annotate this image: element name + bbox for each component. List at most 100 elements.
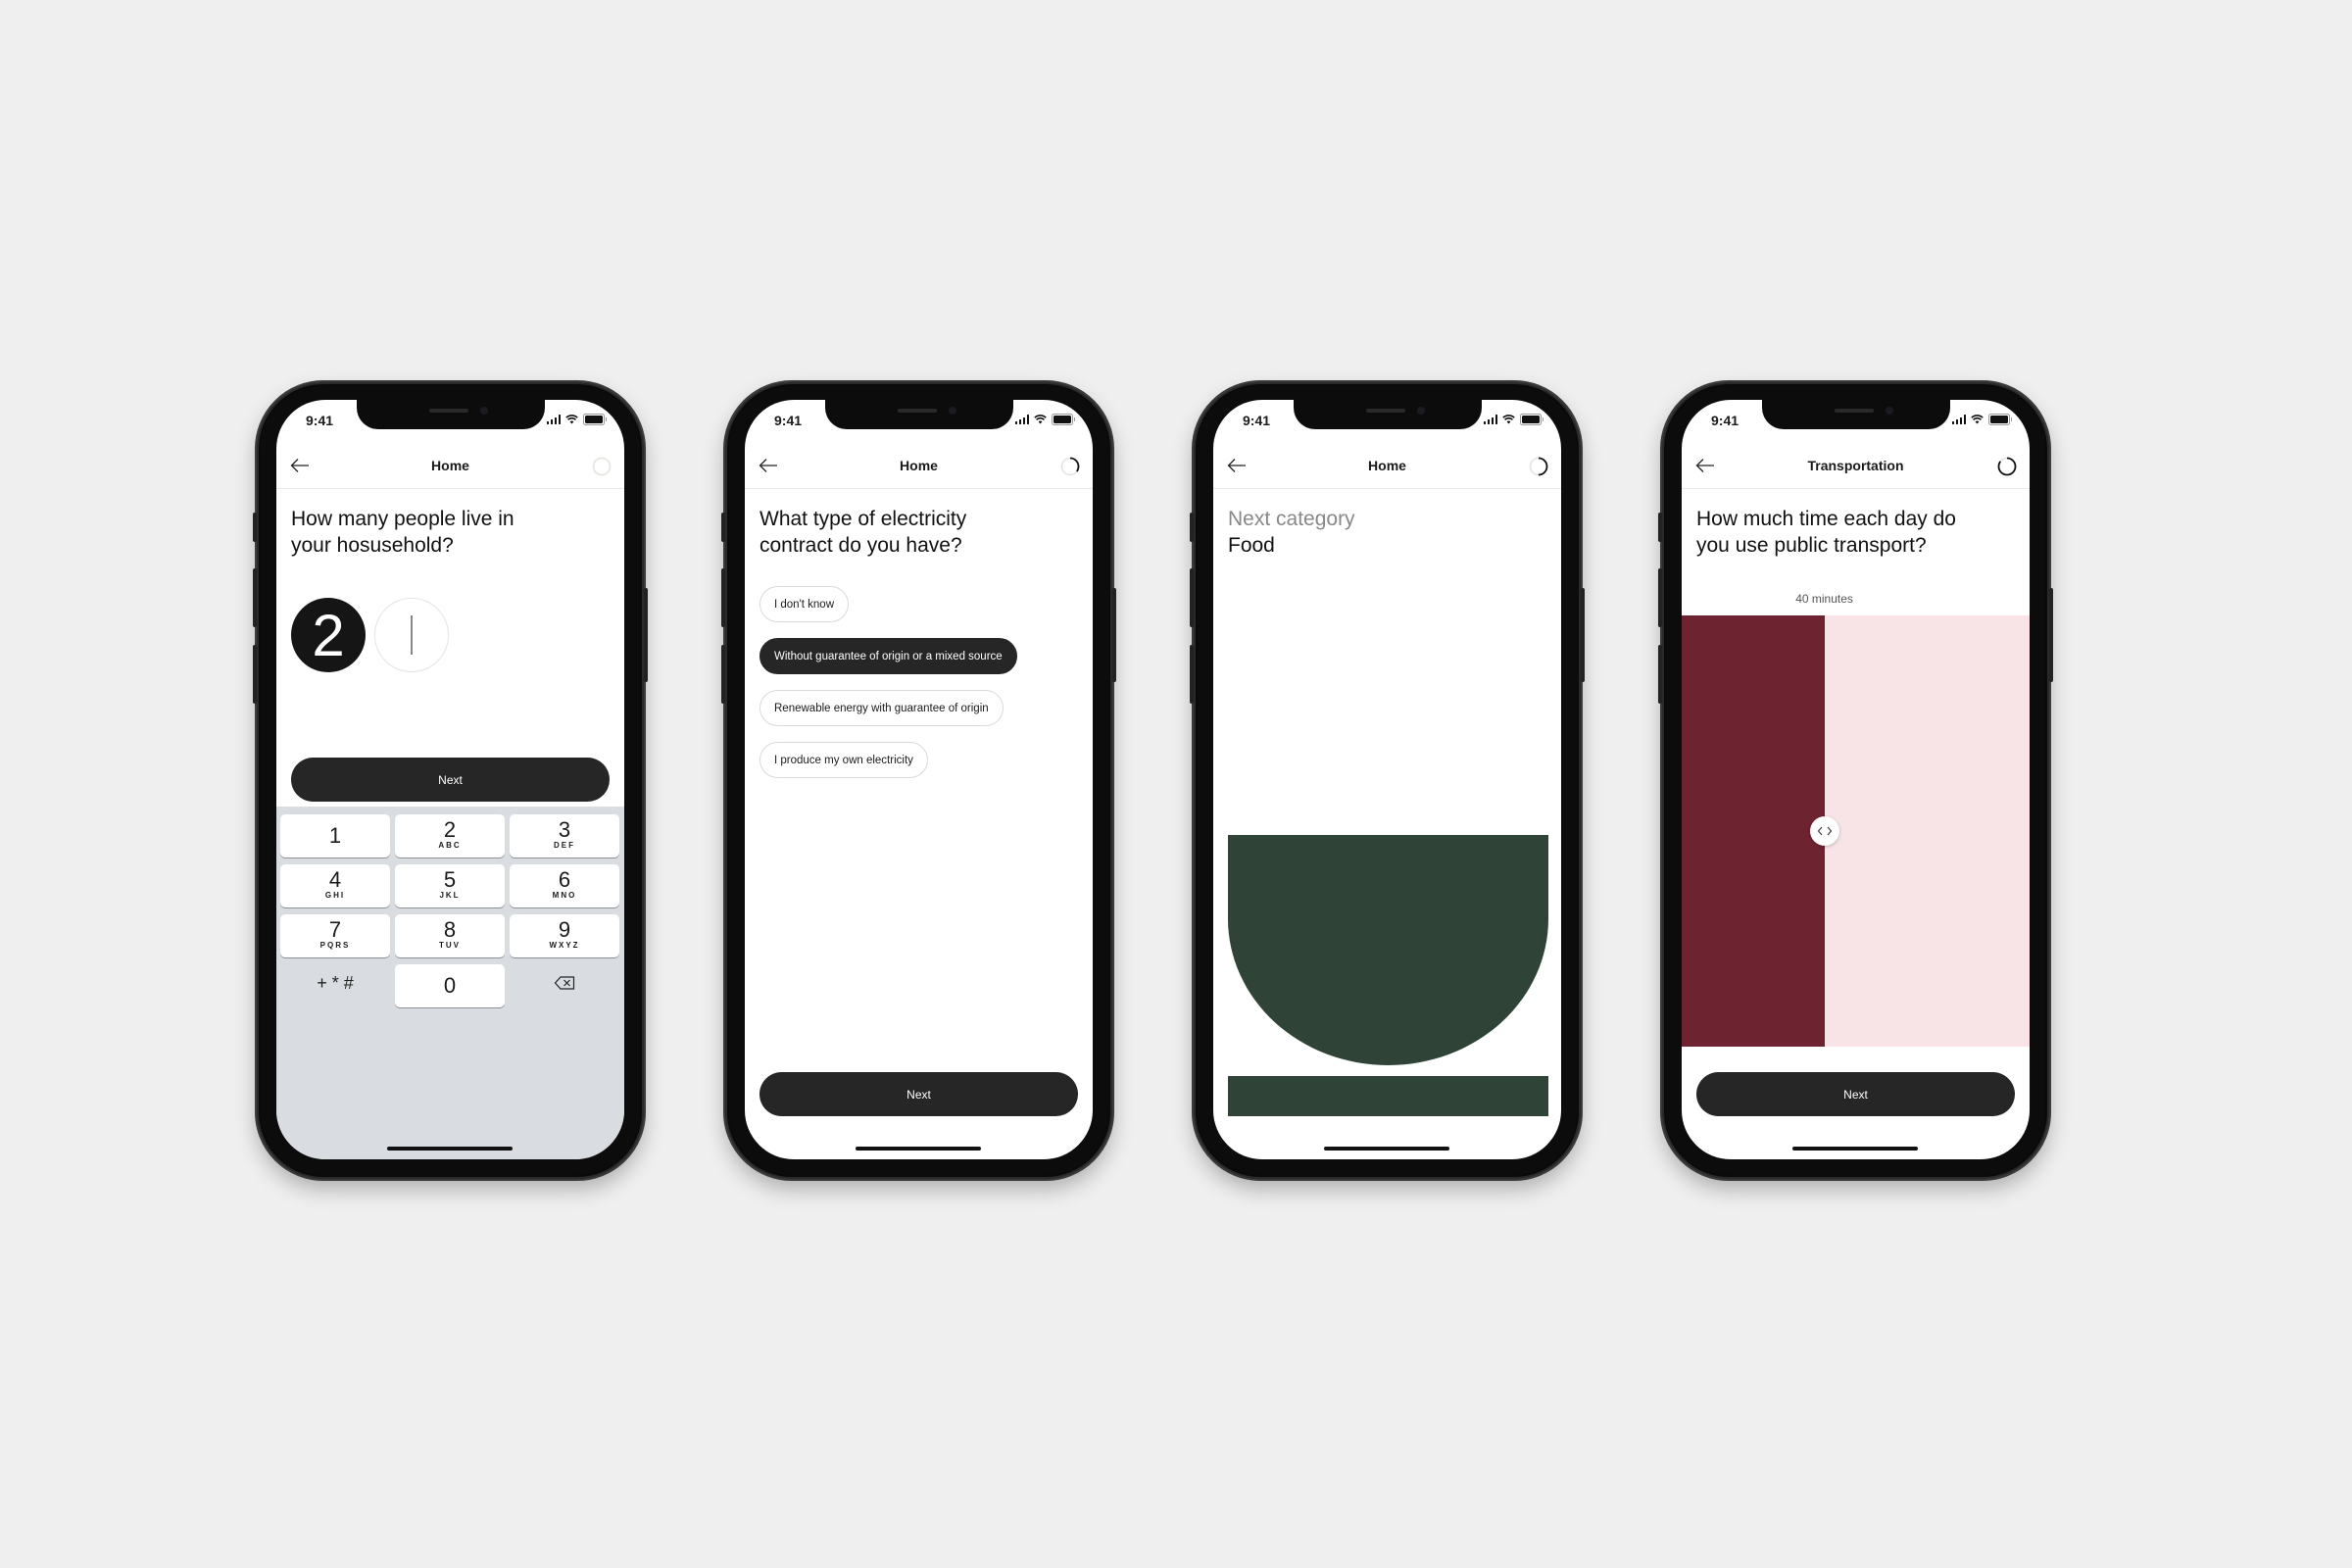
chevrons-left-right-icon	[1817, 826, 1832, 836]
slider-value-label: 40 minutes	[1795, 592, 1853, 606]
signal-icon	[1951, 415, 1966, 424]
backspace-icon	[554, 976, 575, 990]
status-time: 9:41	[1711, 413, 1740, 428]
key-3[interactable]: 3 DEF	[510, 814, 619, 858]
volume-down-button	[1658, 645, 1662, 704]
nav-title: Home	[1368, 458, 1406, 473]
volume-up-button	[721, 568, 725, 627]
key-symbols[interactable]: + * #	[280, 973, 390, 994]
volume-up-button	[1658, 568, 1662, 627]
question-text: How many people live in your hosusehold?	[291, 508, 514, 557]
nav-bar: Home	[1213, 443, 1561, 489]
screen: 9:41 Home How many people live in your h…	[276, 400, 624, 1159]
option-own-production[interactable]: I produce my own electricity	[760, 742, 928, 778]
phone-next-category: 9:41 Home Next category Food	[1190, 380, 1585, 1181]
notch	[357, 400, 545, 429]
status-time: 9:41	[306, 413, 334, 428]
home-indicator	[1324, 1147, 1449, 1151]
home-indicator	[1792, 1147, 1918, 1151]
battery-icon	[1052, 414, 1075, 425]
key-1[interactable]: 1	[280, 814, 390, 858]
key-6[interactable]: 6 MNO	[510, 864, 619, 907]
next-button[interactable]: Next	[760, 1072, 1078, 1116]
key-2[interactable]: 2 ABC	[395, 814, 505, 858]
power-button	[1112, 588, 1116, 682]
status-icons	[1483, 414, 1544, 425]
wifi-icon	[1034, 415, 1047, 424]
volume-down-button	[1190, 645, 1194, 704]
option-mixed-source[interactable]: Without guarantee of origin or a mixed s…	[760, 638, 1017, 674]
progress-ring-icon	[592, 457, 612, 476]
volume-down-button	[721, 645, 725, 704]
wifi-icon	[565, 415, 578, 424]
mute-switch	[253, 513, 257, 542]
text-caret	[411, 615, 413, 655]
mute-switch	[1658, 513, 1662, 542]
next-button[interactable]: Next	[1696, 1072, 2015, 1116]
battery-icon	[1988, 414, 2012, 425]
notch	[1762, 400, 1950, 429]
notch	[1294, 400, 1482, 429]
home-indicator	[387, 1147, 513, 1151]
volume-up-button	[253, 568, 257, 627]
question-text: What type of electricity contract do you…	[760, 508, 967, 557]
nav-bar: Home	[276, 443, 624, 489]
time-slider[interactable]	[1682, 615, 2030, 1047]
key-5[interactable]: 5 JKL	[395, 864, 505, 907]
option-dont-know[interactable]: I don't know	[760, 586, 850, 622]
question-text: How much time each day do you use public…	[1696, 508, 1956, 557]
status-icons	[1951, 414, 2012, 425]
digit-input-empty[interactable]	[374, 598, 449, 672]
power-button	[644, 588, 648, 682]
mute-switch	[1190, 513, 1194, 542]
status-icons	[1014, 414, 1075, 425]
option-renewable[interactable]: Renewable energy with guarantee of origi…	[760, 690, 1004, 726]
category-eyebrow: Next category	[1228, 508, 1355, 530]
food-bowl-illustration	[1228, 835, 1548, 1065]
phone-household: 9:41 Home How many people live in your h…	[253, 380, 648, 1181]
screen: 9:41 Home What type of electricity contr…	[745, 400, 1093, 1159]
nav-title: Home	[431, 458, 469, 473]
slider-fill	[1682, 615, 1825, 1047]
progress-ring-icon	[1060, 457, 1080, 476]
mute-switch	[721, 513, 725, 542]
status-time: 9:41	[1243, 413, 1271, 428]
power-button	[2049, 588, 2053, 682]
notch	[825, 400, 1013, 429]
phone-transportation: 9:41 Transportation How much time each d…	[1658, 380, 2053, 1181]
signal-icon	[546, 415, 561, 424]
volume-down-button	[253, 645, 257, 704]
key-7[interactable]: 7 PQRS	[280, 914, 390, 957]
next-button[interactable]: Next	[291, 758, 610, 802]
signal-icon	[1483, 415, 1497, 424]
power-button	[1581, 588, 1585, 682]
progress-ring-icon	[1997, 457, 2017, 476]
numeric-keypad: 1 2 ABC 3 DEF 4 GHI 5 JKL 6 MNO 7 PQRS 8 TUV 9W…	[276, 807, 624, 1159]
category-heading: Next category Food	[1228, 506, 1522, 559]
home-indicator	[856, 1147, 981, 1151]
phone-electricity: 9:41 Home What type of electricity contr…	[721, 380, 1116, 1181]
nav-bar: Home	[745, 443, 1093, 489]
key-8[interactable]: 8 TUV	[395, 914, 505, 957]
key-4[interactable]: 4 GHI	[280, 864, 390, 907]
nav-bar: Transportation	[1682, 443, 2030, 489]
signal-icon	[1014, 415, 1029, 424]
key-0[interactable]: 0	[395, 964, 505, 1007]
status-time: 9:41	[774, 413, 803, 428]
nav-title: Transportation	[1807, 458, 1904, 473]
slider-handle[interactable]	[1809, 816, 1839, 846]
key-9[interactable]: 9 WXYZ	[510, 914, 619, 957]
food-base-illustration	[1228, 1076, 1548, 1116]
progress-ring-icon	[1529, 457, 1548, 476]
screen: 9:41 Home Next category Food	[1213, 400, 1561, 1159]
digit-input-filled[interactable]: 2	[291, 598, 366, 672]
nav-title: Home	[900, 458, 938, 473]
key-delete[interactable]	[510, 974, 619, 995]
battery-icon	[1520, 414, 1544, 425]
wifi-icon	[1502, 415, 1515, 424]
battery-icon	[583, 414, 607, 425]
screen: 9:41 Transportation How much time each d…	[1682, 400, 2030, 1159]
category-name: Food	[1228, 534, 1275, 557]
volume-up-button	[1190, 568, 1194, 627]
status-icons	[546, 414, 607, 425]
